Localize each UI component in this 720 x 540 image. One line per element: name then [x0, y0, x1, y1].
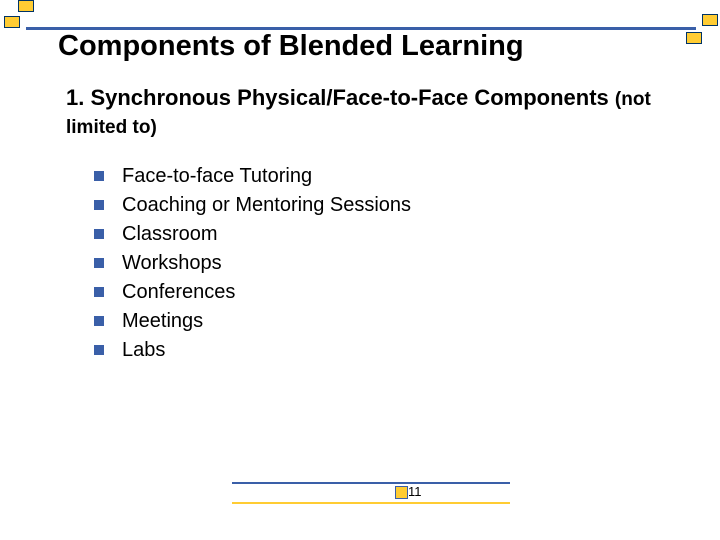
square-icon	[4, 16, 20, 28]
bullet-list: Face-to-face Tutoring Coaching or Mentor…	[94, 162, 660, 365]
list-item: Labs	[94, 336, 660, 365]
list-item: Face-to-face Tutoring	[94, 162, 660, 191]
footer-decoration: 11	[0, 480, 720, 510]
square-icon	[395, 486, 408, 499]
square-icon	[18, 0, 34, 12]
slide-title: Components of Blended Learning	[58, 30, 524, 63]
list-item: Meetings	[94, 307, 660, 336]
list-item: Workshops	[94, 249, 660, 278]
footer-rule-bottom	[232, 502, 510, 504]
square-icon	[686, 32, 702, 44]
corner-decoration-top-left	[0, 0, 50, 36]
list-item: Coaching or Mentoring Sessions	[94, 191, 660, 220]
page-number: 11	[408, 484, 422, 499]
list-item: Conferences	[94, 278, 660, 307]
subtitle-main: 1. Synchronous Physical/Face-to-Face Com…	[66, 85, 609, 110]
slide-subtitle: 1. Synchronous Physical/Face-to-Face Com…	[66, 84, 660, 140]
footer-rule-top	[232, 482, 510, 484]
corner-decoration-top-right	[670, 14, 720, 54]
square-icon	[702, 14, 718, 26]
list-item: Classroom	[94, 220, 660, 249]
